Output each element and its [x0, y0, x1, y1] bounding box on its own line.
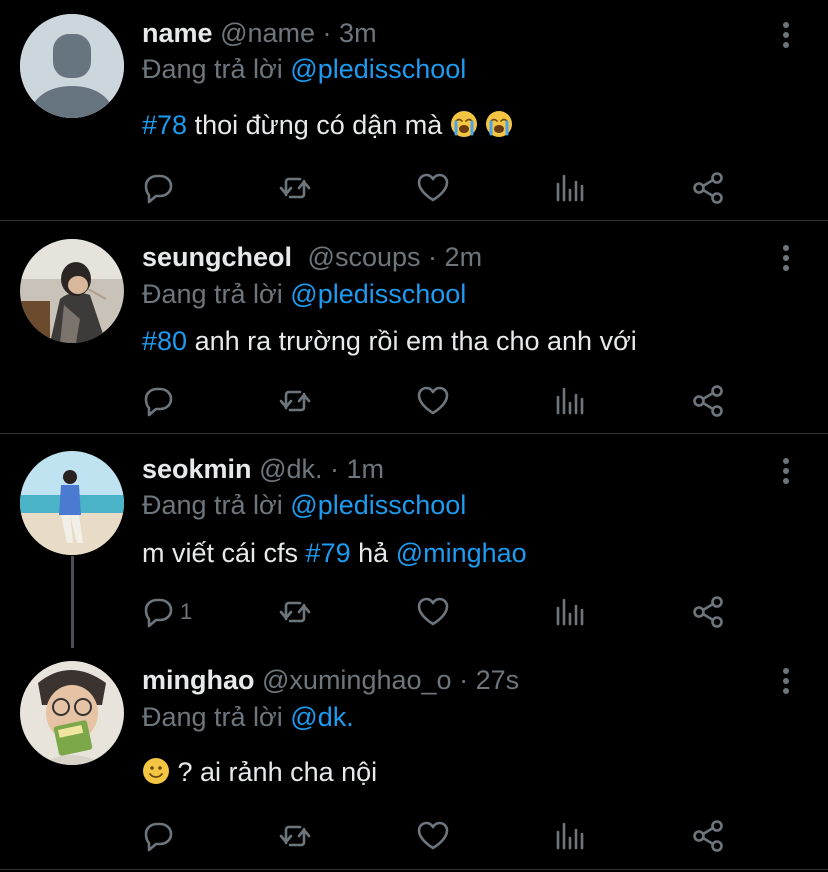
handle[interactable]: @scoups [308, 242, 421, 272]
analytics-icon[interactable] [550, 381, 590, 421]
tweet-header: seokmin @dk. · 1m [142, 451, 384, 487]
analytics-icon[interactable] [550, 592, 590, 632]
reply-to-mention[interactable]: @dk. [290, 702, 353, 732]
timestamp[interactable]: 1m [347, 454, 385, 484]
display-name[interactable]: name [142, 18, 213, 48]
tweet-text: ? ai rảnh cha nội [142, 754, 377, 790]
handle[interactable]: @xuminghao_o [262, 665, 452, 695]
replying-to-label: Đang trả lời [142, 54, 283, 84]
thread-connector [71, 556, 74, 648]
replying-to: Đang trả lời @pledisschool [142, 276, 466, 312]
tweet[interactable]: name @name · 3m Đang trả lời @pledisscho… [0, 0, 828, 220]
avatar[interactable] [20, 661, 124, 765]
tweet-body: m viết cái cfs [142, 538, 299, 568]
hashtag-link[interactable]: #78 [142, 110, 187, 140]
reply-icon[interactable] [138, 381, 178, 421]
reply-icon[interactable] [138, 816, 178, 856]
profile-photo [20, 451, 124, 555]
replying-to: Đang trả lời @dk. [142, 699, 354, 735]
more-icon[interactable] [776, 456, 796, 486]
tweet-body: ? ai rảnh cha nội [177, 757, 378, 787]
reply-to-mention[interactable]: @pledisschool [290, 54, 466, 84]
display-name[interactable]: minghao [142, 665, 255, 695]
like-icon[interactable] [413, 816, 453, 856]
mention-link[interactable]: @minghao [396, 538, 527, 568]
tweet[interactable]: seokmin @dk. · 1m Đang trả lời @pledissc… [0, 434, 828, 648]
replying-to-label: Đang trả lời [142, 279, 283, 309]
share-icon[interactable] [688, 168, 728, 208]
share-icon[interactable] [688, 592, 728, 632]
separator-dot: · [459, 665, 469, 695]
reply-icon[interactable] [138, 592, 178, 632]
share-icon[interactable] [688, 381, 728, 421]
profile-photo [20, 239, 124, 343]
tweet-body: anh ra trường rồi em tha cho anh với [194, 326, 637, 356]
display-name[interactable]: seokmin [142, 454, 252, 484]
retweet-icon[interactable] [275, 381, 315, 421]
tweet-header: minghao @xuminghao_o · 27s [142, 662, 519, 698]
like-icon[interactable] [413, 168, 453, 208]
tweet-header: seungcheol @scoups · 2m [142, 239, 482, 275]
analytics-icon[interactable] [550, 168, 590, 208]
tweet-text: #78 thoi đừng có dận mà [142, 107, 513, 143]
tweet-body-middle: hả [358, 538, 389, 568]
timestamp[interactable]: 27s [476, 665, 520, 695]
more-icon[interactable] [776, 666, 796, 696]
tweet[interactable]: minghao @xuminghao_o · 27s Đang trả lời … [0, 644, 828, 870]
retweet-icon[interactable] [275, 816, 315, 856]
analytics-icon[interactable] [550, 816, 590, 856]
timestamp[interactable]: 2m [445, 242, 483, 272]
reply-count: 1 [180, 599, 193, 624]
display-name[interactable]: seungcheol [142, 242, 292, 272]
tweet-text: m viết cái cfs #79 hả @minghao [142, 535, 527, 571]
avatar[interactable] [20, 14, 124, 118]
more-icon[interactable] [776, 20, 796, 50]
share-icon[interactable] [688, 816, 728, 856]
hashtag-link[interactable]: #80 [142, 326, 187, 356]
retweet-icon[interactable] [275, 592, 315, 632]
tweet-text: #80 anh ra trường rồi em tha cho anh với [142, 323, 637, 359]
divider [0, 869, 828, 870]
handle[interactable]: @name [220, 18, 315, 48]
separator-dot: · [322, 18, 332, 48]
loudly-crying-face-emoji-icon [450, 110, 478, 138]
reply-icon[interactable] [138, 168, 178, 208]
tweet[interactable]: seungcheol @scoups · 2m Đang trả lời @pl… [0, 221, 828, 433]
avatar[interactable] [20, 239, 124, 343]
handle[interactable]: @dk. [259, 454, 322, 484]
retweet-icon[interactable] [275, 168, 315, 208]
hashtag-link[interactable]: #79 [306, 538, 351, 568]
avatar[interactable] [20, 451, 124, 555]
reply-to-mention[interactable]: @pledisschool [290, 490, 466, 520]
like-icon[interactable] [413, 592, 453, 632]
replying-to-label: Đang trả lời [142, 702, 283, 732]
tweet-body: thoi đừng có dận mà [194, 110, 443, 140]
replying-to: Đang trả lời @pledisschool [142, 51, 466, 87]
profile-photo [20, 661, 124, 765]
slightly-smiling-face-emoji-icon [142, 757, 170, 785]
like-icon[interactable] [413, 381, 453, 421]
timestamp[interactable]: 3m [339, 18, 377, 48]
replying-to-label: Đang trả lời [142, 490, 283, 520]
tweet-header: name @name · 3m [142, 15, 377, 51]
default-avatar-icon [20, 14, 124, 118]
replying-to: Đang trả lời @pledisschool [142, 487, 466, 523]
more-icon[interactable] [776, 243, 796, 273]
separator-dot: · [428, 242, 438, 272]
separator-dot: · [330, 454, 340, 484]
loudly-crying-face-emoji-icon [485, 110, 513, 138]
reply-to-mention[interactable]: @pledisschool [290, 279, 466, 309]
